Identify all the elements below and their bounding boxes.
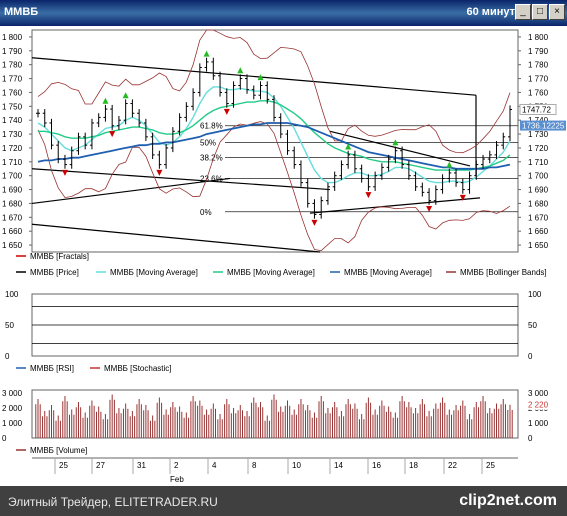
chart-area: 1 800 1 800 1 790 1 790 1 780 1 780 1 770 1 770…	[0, 26, 567, 486]
price-tick-right: 1 680	[528, 199, 549, 208]
price-tick-right: 1 780	[528, 61, 549, 70]
price-tick-left: 1 760	[2, 88, 23, 97]
month-label: Feb	[170, 475, 184, 484]
minimize-button[interactable]: _	[515, 4, 531, 20]
date-label: 8	[252, 461, 257, 470]
legend-label: ММВБ [Bollinger Bands]	[460, 268, 547, 277]
price-tick-right: 1 690	[528, 186, 549, 195]
volume-tick-right: 0	[528, 434, 533, 443]
volume-panel: 3 0003 0002 0002 0001 0001 000002 220ММВ…	[2, 389, 554, 455]
price-tick-right: 1 730	[528, 130, 549, 139]
legend-label: ММВБ [Moving Average]	[227, 268, 315, 277]
price-tick-left: 1 800	[2, 33, 23, 42]
legend-label: ММВБ [Moving Average]	[344, 268, 432, 277]
legend-label: ММВБ [Volume]	[30, 446, 87, 455]
volume-tick-right: 1 000	[528, 419, 549, 428]
oscillator-tick-right: 100	[528, 290, 542, 299]
date-label: 25	[59, 461, 68, 470]
price-tick-left: 1 790	[2, 47, 23, 56]
price-tick-right: 1 720	[528, 144, 549, 153]
price-tick-left: 1 730	[2, 130, 23, 139]
legend-label: ММВБ [Fractals]	[30, 252, 89, 261]
date-label: 4	[212, 461, 217, 470]
price-panel: 1 800 1 800 1 790 1 790 1 780 1 780 1 770 1 770…	[2, 29, 566, 277]
oscillator-tick-left: 50	[5, 321, 14, 330]
date-label: 22	[448, 461, 457, 470]
price-tick-right: 1 670	[528, 213, 549, 222]
oscillator-tick-right: 0	[528, 352, 533, 361]
fib-level-label: 38.2%	[200, 154, 223, 163]
price-tick-right: 1 660	[528, 227, 549, 236]
window-title: ММВБ	[4, 6, 39, 18]
legend-label: ММВБ [RSI]	[30, 364, 74, 373]
oscillator-tick-left: 100	[5, 290, 19, 299]
legend-label: ММВБ [Price]	[30, 268, 79, 277]
date-label: 2	[174, 461, 179, 470]
footer-bar: Элитный Трейдер, ELITETRADER.RU clip2net…	[0, 486, 567, 516]
date-label: 16	[372, 461, 381, 470]
volume-tick-left: 2 000	[2, 404, 23, 413]
volume-tick-right: 3 000	[528, 389, 549, 398]
price-tick-left: 1 700	[2, 172, 23, 181]
volume-tick-left: 0	[2, 434, 7, 443]
price-tick-left: 1 720	[2, 144, 23, 153]
date-label: 18	[409, 461, 418, 470]
price-tick-right: 1 710	[528, 158, 549, 167]
title-bar: ММВБ 60 минут _ □ ×	[0, 0, 567, 26]
last-price-tag: 1747.72	[522, 105, 551, 114]
price-tick-left: 1 650	[2, 241, 23, 250]
date-label: 27	[96, 461, 105, 470]
date-label: 10	[292, 461, 301, 470]
chart-svg: 1 800 1 800 1 790 1 790 1 780 1 780 1 770 1 770…	[2, 29, 566, 484]
price-tick-left: 1 740	[2, 116, 23, 125]
date-label: 14	[334, 461, 343, 470]
timeframe-label: 60 минут	[466, 6, 515, 18]
close-button[interactable]: ×	[549, 4, 565, 20]
price-tick-left: 1 770	[2, 75, 23, 84]
price-tick-left: 1 780	[2, 61, 23, 70]
price-tick-right: 1 650	[528, 241, 549, 250]
price-tick-left: 1 750	[2, 102, 23, 111]
date-label: 25	[486, 461, 495, 470]
volume-tick-left: 3 000	[2, 389, 23, 398]
volume-tag: 2 220	[528, 401, 549, 410]
fib-level-label: 0%	[200, 208, 212, 217]
volume-tick-left: 1 000	[2, 419, 23, 428]
price-tick-right: 1 770	[528, 75, 549, 84]
price-tick-left: 1 690	[2, 186, 23, 195]
fib-level-label: 50%	[200, 138, 216, 147]
footer-text: Элитный Трейдер, ELITETRADER.RU	[8, 495, 218, 509]
legend-label: ММВБ [Moving Average]	[110, 268, 198, 277]
ma-value-tag: 1736.12225	[522, 122, 565, 131]
legend-label: ММВБ [Stochastic]	[104, 364, 172, 373]
clip2net-logo: clip2net.com	[459, 492, 557, 509]
price-tick-right: 1 790	[528, 47, 549, 56]
price-tick-left: 1 710	[2, 158, 23, 167]
price-tick-right: 1 700	[528, 172, 549, 181]
price-tick-right: 1 760	[528, 88, 549, 97]
maximize-button[interactable]: □	[532, 4, 548, 20]
chart-window: ММВБ 60 минут _ □ × 1 800 1 800 1 790 1 790…	[0, 0, 567, 516]
date-label: 31	[137, 461, 146, 470]
date-axis: 25 27 31 2 4 8 10 14 16 18 22 25 Feb	[32, 457, 518, 484]
price-tick-left: 1 670	[2, 213, 23, 222]
price-tick-right: 1 800	[528, 33, 549, 42]
fib-level-label: 61.8%	[200, 122, 223, 131]
price-tick-left: 1 680	[2, 199, 23, 208]
price-tick-left: 1 660	[2, 227, 23, 236]
oscillator-tick-right: 50	[528, 321, 537, 330]
oscillator-tick-left: 0	[5, 352, 10, 361]
